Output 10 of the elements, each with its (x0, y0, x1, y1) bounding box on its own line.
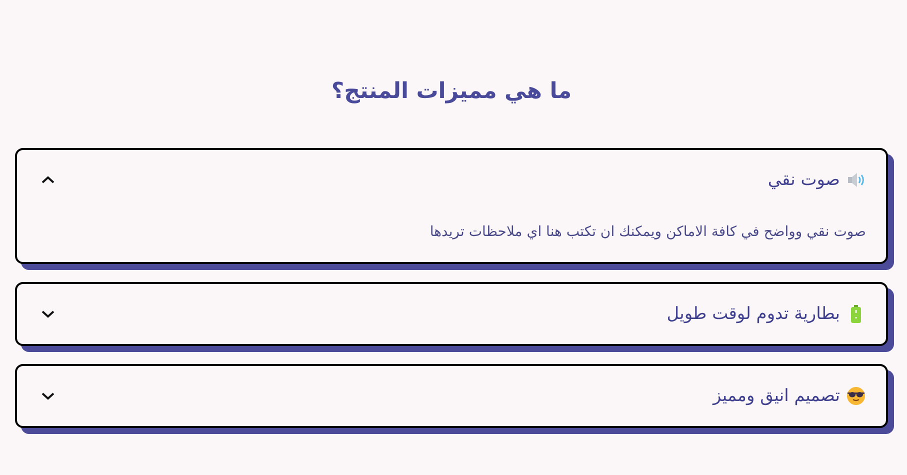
speaker-icon (846, 170, 866, 190)
answer-text: صوت نقي وواضح في كافة الاماكن ويمكنك ان تكتب هنا اي ملاحظات تريدها (428, 223, 866, 242)
question-text: صوت نقي (768, 170, 840, 190)
section-title: ما هي مميزات المنتج؟ (330, 78, 573, 106)
chevron-down-icon[interactable] (41, 309, 55, 319)
question-text: تصميم انيق ومميز (713, 386, 840, 406)
chevron-down-icon[interactable] (41, 391, 55, 401)
sunglasses-face-icon (846, 386, 866, 406)
chevron-up-icon[interactable] (41, 175, 55, 185)
question-text: بطارية تدوم لوقت طويل (666, 304, 840, 324)
